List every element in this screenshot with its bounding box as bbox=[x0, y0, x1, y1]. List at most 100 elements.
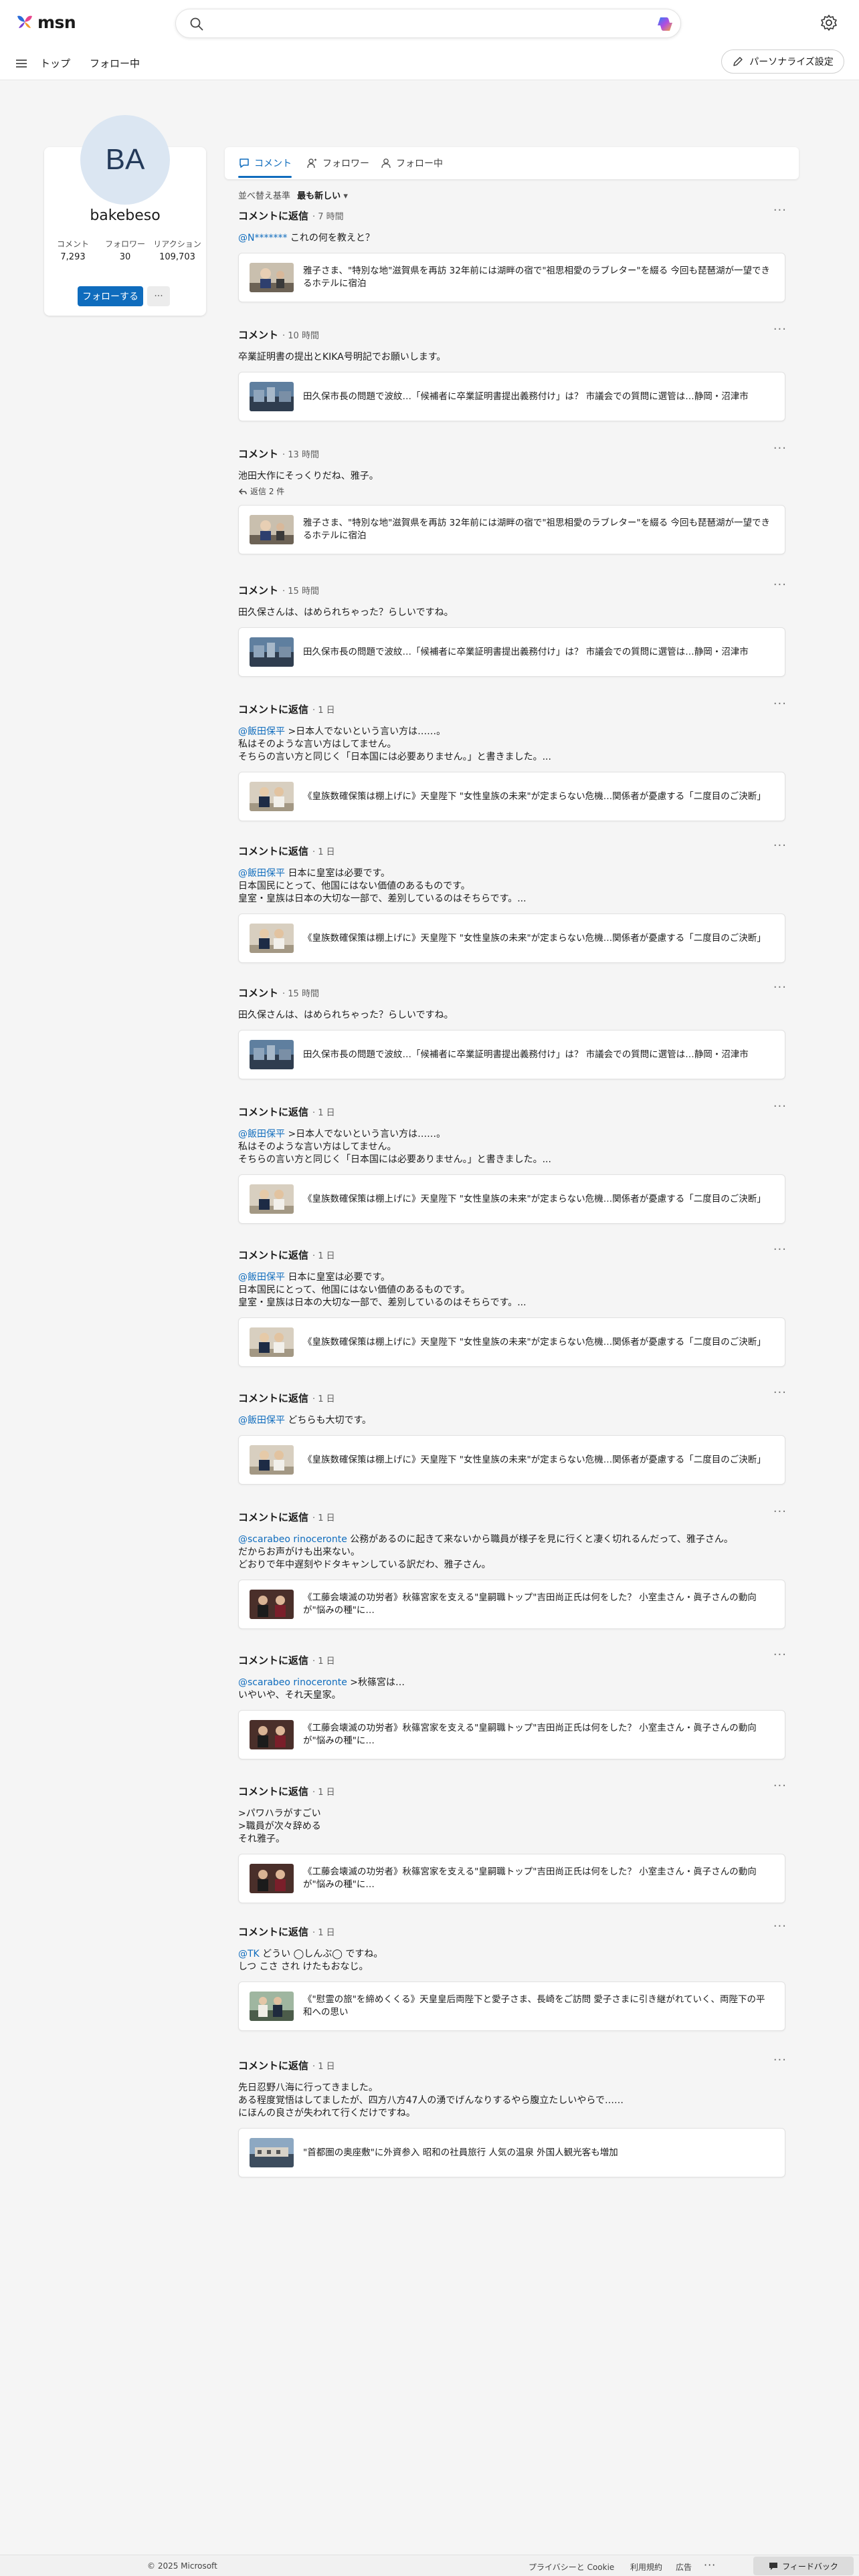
article-card[interactable]: 《皇族数確保策は棚上げに》天皇陛下 "女性皇族の未来"が定まらない危機…関係者が… bbox=[238, 1174, 785, 1224]
article-title: 《皇族数確保策は棚上げに》天皇陛下 "女性皇族の未来"が定まらない危機…関係者が… bbox=[303, 1193, 766, 1204]
comment-time-value: 1 日 bbox=[318, 1656, 335, 1667]
stat-value: 30 bbox=[119, 252, 131, 262]
comment-time-value: 10 時間 bbox=[288, 331, 319, 341]
comment-time: · 1 日 bbox=[312, 2062, 335, 2072]
mention-link[interactable]: @飯田保平 bbox=[238, 868, 285, 879]
article-card[interactable]: 《工藤会壊滅の功労者》秋篠宮家を支える"皇嗣職トップ"吉田尚正氏は何をした？ 小… bbox=[238, 1854, 785, 1903]
comment-item: コメントに返信 · 7 時間 ··· @N******* これの何を教えと？ 雅子さま、… bbox=[238, 203, 787, 302]
comment-more-button[interactable]: ··· bbox=[773, 697, 787, 711]
stat-label: フォロワー bbox=[104, 239, 145, 249]
comment-time: · 1 日 bbox=[312, 1513, 335, 1523]
comment-more-button[interactable]: ··· bbox=[773, 1386, 787, 1400]
comment-time: · 13 時間 bbox=[282, 450, 319, 460]
article-card[interactable]: 田久保市長の問題で波紋…「候補者に卒業証明書提出義務付け」は？ 市議会での質問に… bbox=[238, 372, 785, 421]
search-box[interactable] bbox=[175, 9, 681, 38]
gear-icon[interactable] bbox=[820, 14, 838, 31]
comment-more-button[interactable]: ··· bbox=[773, 1919, 787, 1933]
footer: © 2025 Microsoft プライバシーと Cookie 利用規約 広告 … bbox=[0, 2555, 859, 2576]
article-card[interactable]: 雅子さま、"特別な地"滋賀県を再訪 32年前には湖畔の宿で"祖思相愛のラブレター… bbox=[238, 505, 785, 554]
footer-more-button[interactable]: ··· bbox=[704, 2559, 716, 2571]
article-thumbnail bbox=[250, 1445, 294, 1475]
tab-comments[interactable]: コメント bbox=[238, 156, 292, 178]
comment-time: · 1 日 bbox=[312, 1656, 335, 1667]
article-card[interactable]: 《工藤会壊滅の功労者》秋篠宮家を支える"皇嗣職トップ"吉田尚正氏は何をした？ 小… bbox=[238, 1710, 785, 1759]
stat-value: 7,293 bbox=[60, 252, 86, 262]
nav-top[interactable]: トップ bbox=[40, 56, 70, 70]
msn-butterfly-icon bbox=[17, 15, 32, 28]
tab-label: フォロワー bbox=[322, 158, 369, 169]
comment-more-button[interactable]: ··· bbox=[773, 1648, 787, 1662]
sort-control[interactable]: 並べ替え基準 最も新しい ▾ bbox=[238, 189, 348, 201]
comment-more-button[interactable]: ··· bbox=[773, 2053, 787, 2067]
comment-item: コメントに返信 · 1 日 ··· @飯田保平 どちらも大切です。 《皇族数確保策は棚上… bbox=[238, 1386, 787, 1485]
comment-more-button[interactable]: ··· bbox=[773, 322, 787, 336]
msn-logo[interactable]: msn bbox=[15, 12, 76, 32]
copilot-icon[interactable] bbox=[656, 15, 674, 33]
mention-link[interactable]: @scarabeo rinoceronte bbox=[238, 1677, 347, 1688]
ads-link[interactable]: 広告 bbox=[676, 2561, 692, 2573]
mention-link[interactable]: @飯田保平 bbox=[238, 1415, 285, 1426]
follow-button[interactable]: フォローする bbox=[78, 286, 143, 306]
comment-type: コメントに返信 bbox=[238, 704, 309, 716]
comment-time-value: 15 時間 bbox=[288, 989, 319, 999]
replies-link[interactable]: 返信 2 件 bbox=[238, 486, 787, 497]
article-card[interactable]: 雅子さま、"特別な地"滋賀県を再訪 32年前には湖畔の宿で"祖思相愛のラブレター… bbox=[238, 253, 785, 302]
comment-more-button[interactable]: ··· bbox=[773, 980, 787, 994]
comment-more-button[interactable]: ··· bbox=[773, 1779, 787, 1793]
comment-type: コメントに返信 bbox=[238, 1511, 309, 1523]
comment-more-button[interactable]: ··· bbox=[773, 578, 787, 592]
comment-header: コメントに返信 · 1 日 bbox=[238, 1925, 787, 1939]
comment-more-button[interactable]: ··· bbox=[773, 1099, 787, 1113]
comment-time: · 1 日 bbox=[312, 1251, 335, 1261]
article-thumbnail bbox=[250, 1992, 294, 2021]
comment-type: コメント bbox=[238, 448, 279, 460]
mention-link[interactable]: @TK bbox=[238, 1949, 260, 1959]
comment-more-button[interactable]: ··· bbox=[773, 1505, 787, 1519]
comment-more-button[interactable]: ··· bbox=[773, 203, 787, 217]
replies-count: 返信 2 件 bbox=[250, 487, 285, 496]
comment-header: コメントに返信 · 1 日 bbox=[238, 1248, 787, 1262]
comment-item: コメントに返信 · 1 日 ··· 先日忍野八海に行ってきました。 ある程度覚悟はして… bbox=[238, 2053, 787, 2177]
nav-following[interactable]: フォロー中 bbox=[90, 56, 140, 70]
feedback-icon bbox=[769, 2563, 778, 2570]
comment-time-value: 1 日 bbox=[318, 706, 335, 716]
comment-type: コメントに返信 bbox=[238, 210, 309, 222]
mention-link[interactable]: @scarabeo rinoceronte bbox=[238, 1534, 347, 1545]
feedback-button[interactable]: フィードバック bbox=[753, 2557, 854, 2575]
article-title: 雅子さま、"特別な地"滋賀県を再訪 32年前には湖畔の宿で"祖思相愛のラブレター… bbox=[303, 518, 771, 541]
tab-following[interactable]: フォロワー bbox=[306, 156, 369, 170]
comment-text: >日本人でないという言い方は……。 私はそのような言い方はしてません。 そちらの… bbox=[238, 1129, 551, 1165]
article-card[interactable]: 《"慰霊の旅"を締めくくる》天皇皇后両陛下と愛子さま、長崎をご訪問 愛子さまに引… bbox=[238, 1981, 785, 2031]
article-card[interactable]: 《皇族数確保策は棚上げに》天皇陛下 "女性皇族の未来"が定まらない危機…関係者が… bbox=[238, 772, 785, 821]
comment-time: · 1 日 bbox=[312, 706, 335, 716]
mention-link[interactable]: @飯田保平 bbox=[238, 1129, 285, 1140]
article-card[interactable]: 《工藤会壊滅の功労者》秋篠宮家を支える"皇嗣職トップ"吉田尚正氏は何をした？ 小… bbox=[238, 1580, 785, 1629]
hamburger-menu-icon[interactable] bbox=[15, 57, 28, 70]
comment-type: コメントに返信 bbox=[238, 1926, 309, 1938]
article-card[interactable]: "首都圏の奥座敷"に外資参入 昭和の社員旅行 人気の温泉 外国人観光客も増加 bbox=[238, 2128, 785, 2177]
personalize-button[interactable]: パーソナライズ設定 bbox=[721, 49, 844, 74]
comment-time: · 10 時間 bbox=[282, 331, 319, 341]
tab-followers[interactable]: フォロー中 bbox=[380, 156, 443, 170]
article-thumbnail bbox=[250, 382, 294, 411]
comment-type: コメントに返信 bbox=[238, 845, 309, 857]
article-card[interactable]: 《皇族数確保策は棚上げに》天皇陛下 "女性皇族の未来"が定まらない危機…関係者が… bbox=[238, 1317, 785, 1367]
profile-more-button[interactable]: ··· bbox=[147, 286, 170, 306]
terms-link[interactable]: 利用規約 bbox=[630, 2561, 662, 2573]
comment-more-button[interactable]: ··· bbox=[773, 839, 787, 853]
mention-link[interactable]: @飯田保平 bbox=[238, 1272, 285, 1283]
comment-more-button[interactable]: ··· bbox=[773, 1243, 787, 1257]
comment-icon bbox=[240, 158, 249, 168]
article-card[interactable]: 田久保市長の問題で波紋…「候補者に卒業証明書提出義務付け」は？ 市議会での質問に… bbox=[238, 627, 785, 677]
sort-value[interactable]: 最も新しい bbox=[297, 191, 341, 201]
comment-more-button[interactable]: ··· bbox=[773, 441, 787, 455]
comment-text: これの何を教えと？ bbox=[287, 233, 375, 243]
article-thumbnail bbox=[250, 1864, 294, 1893]
mention-link[interactable]: @飯田保平 bbox=[238, 726, 285, 737]
mention-link[interactable]: @N******* bbox=[238, 233, 287, 243]
privacy-link[interactable]: プライバシーと Cookie bbox=[529, 2561, 614, 2573]
article-thumbnail bbox=[250, 1720, 294, 1749]
article-card[interactable]: 田久保市長の問題で波紋…「候補者に卒業証明書提出義務付け」は？ 市議会での質問に… bbox=[238, 1030, 785, 1079]
article-card[interactable]: 《皇族数確保策は棚上げに》天皇陛下 "女性皇族の未来"が定まらない危機…関係者が… bbox=[238, 1435, 785, 1485]
article-card[interactable]: 《皇族数確保策は棚上げに》天皇陛下 "女性皇族の未来"が定まらない危機…関係者が… bbox=[238, 914, 785, 963]
